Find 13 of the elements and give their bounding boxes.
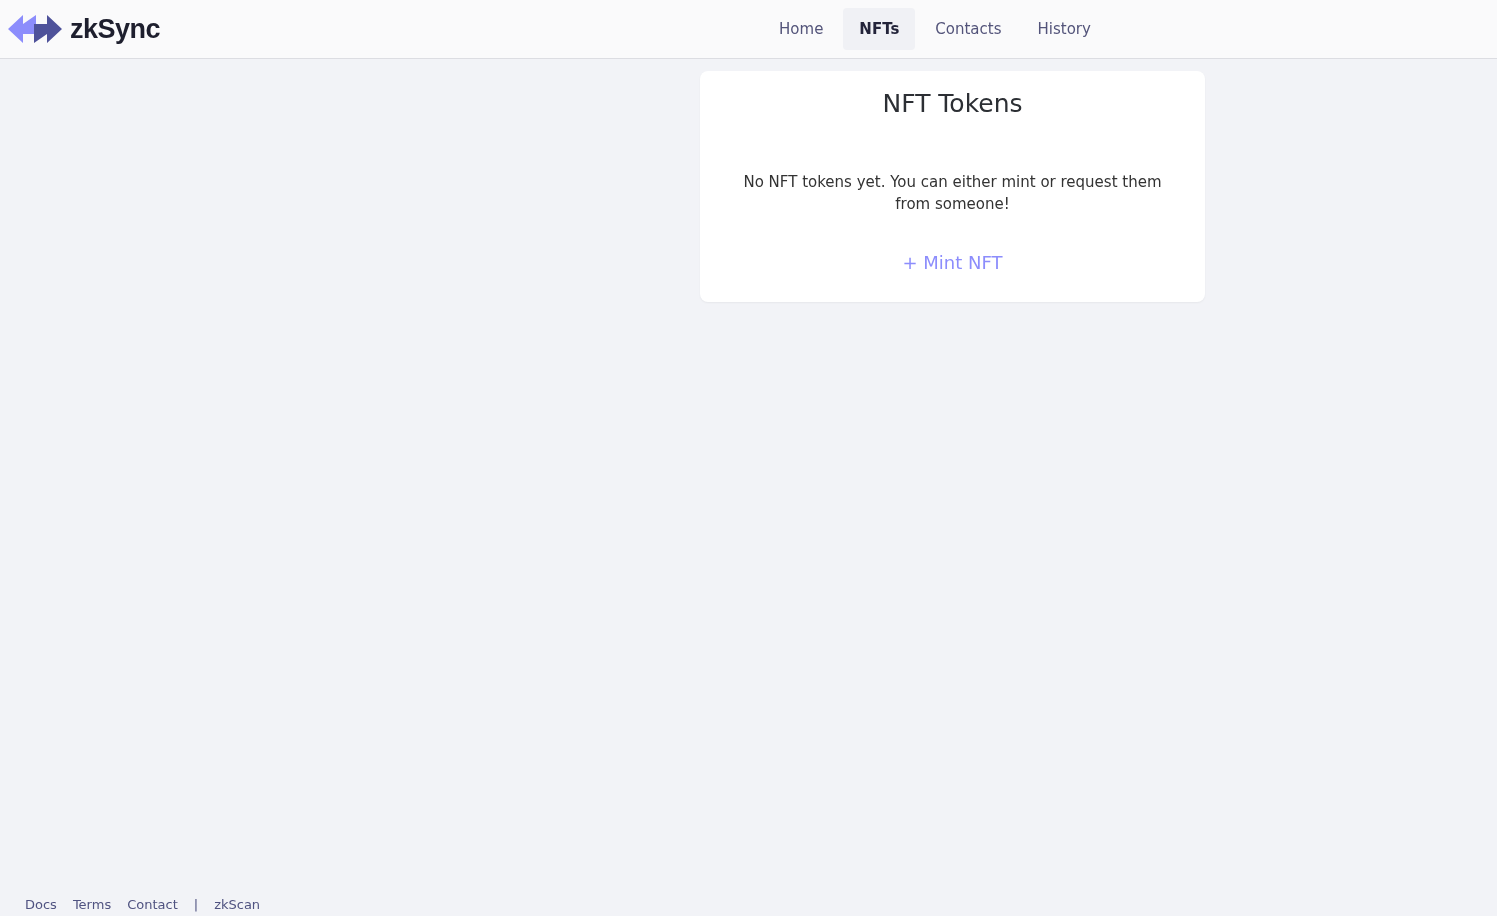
footer-link[interactable]: Terms: [72, 894, 112, 914]
empty-message: No NFT tokens yet. You can either mint or request them from someone!: [742, 172, 1163, 215]
logo-icon: [8, 14, 62, 44]
nav-tab[interactable]: Home: [763, 7, 840, 51]
card-title: NFT Tokens: [881, 89, 1024, 119]
nav-tab[interactable]: History: [1021, 7, 1107, 51]
nav-tab[interactable]: NFTs: [843, 7, 916, 51]
footer-link[interactable]: Docs: [25, 894, 57, 914]
nav-tab[interactable]: Contacts: [919, 7, 1018, 51]
logo-text: zkSync: [70, 12, 161, 46]
footer-link[interactable]: Contact: [127, 894, 178, 914]
footer-link[interactable]: zkScan: [214, 894, 261, 914]
footer-separator: |: [193, 895, 199, 914]
